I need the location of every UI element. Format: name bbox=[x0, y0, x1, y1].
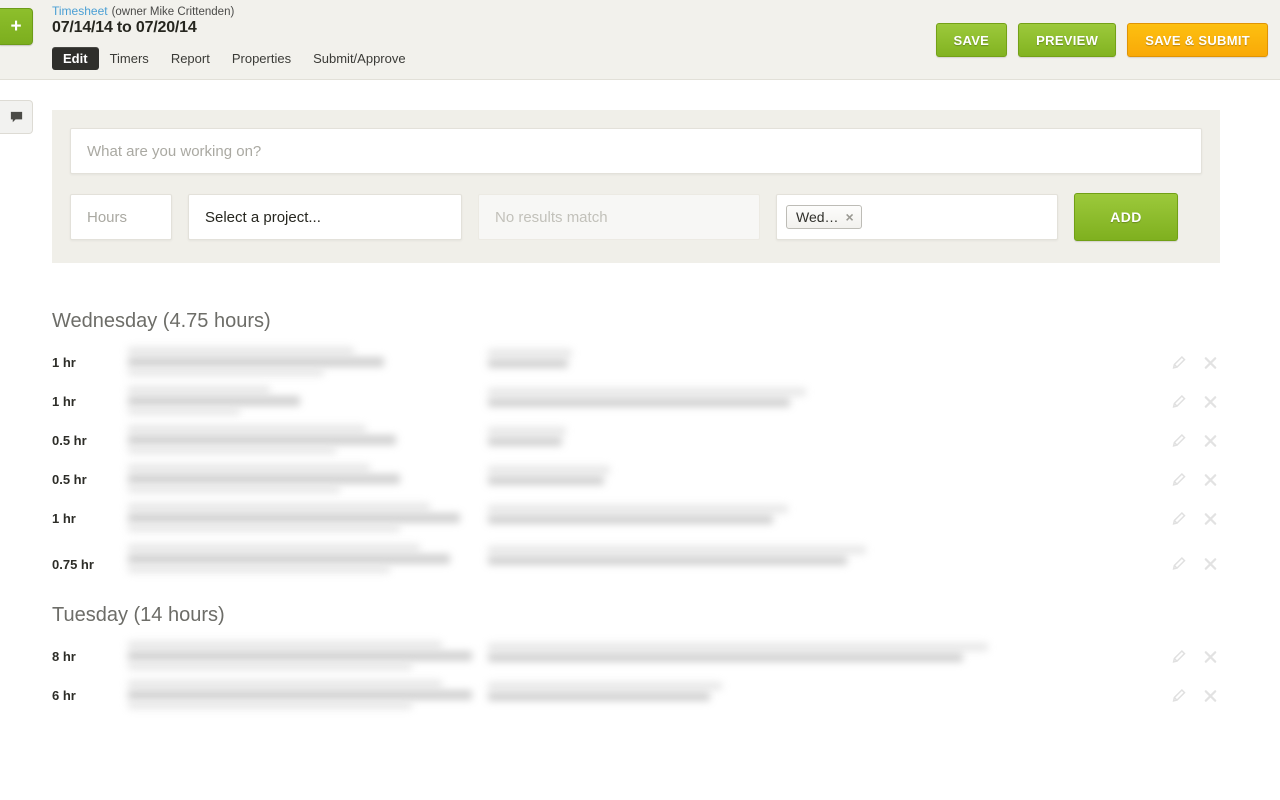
close-icon[interactable]: × bbox=[846, 210, 854, 224]
task-placeholder: No results match bbox=[495, 208, 608, 226]
add-new-button[interactable]: + bbox=[0, 8, 33, 45]
row-actions bbox=[1171, 394, 1218, 409]
comment-icon bbox=[10, 111, 22, 122]
app-header: + Timesheet (owner Mike Crittenden) 07/14… bbox=[0, 0, 1280, 80]
project-placeholder: Select a project... bbox=[205, 208, 321, 226]
entry-hours: 0.5 hr bbox=[52, 472, 87, 487]
table-row[interactable]: 6 hr bbox=[0, 676, 1280, 715]
pencil-icon[interactable] bbox=[1171, 394, 1186, 409]
entry-description-redacted bbox=[128, 676, 478, 715]
entry-project-redacted bbox=[488, 421, 566, 460]
row-actions bbox=[1171, 472, 1218, 487]
tab-report[interactable]: Report bbox=[160, 47, 221, 70]
table-row[interactable]: 1 hr bbox=[0, 343, 1280, 382]
header-actions: SAVE PREVIEW SAVE & SUBMIT bbox=[935, 23, 1268, 57]
close-icon[interactable] bbox=[1203, 688, 1218, 703]
entry-hours: 0.5 hr bbox=[52, 433, 87, 448]
entry-hours: 0.75 hr bbox=[52, 556, 94, 572]
entry-project-redacted bbox=[488, 382, 806, 421]
table-row[interactable]: 0.5 hr bbox=[0, 460, 1280, 499]
entry-hours: 1 hr bbox=[52, 511, 76, 526]
table-row[interactable]: 0.75 hr bbox=[0, 538, 1280, 590]
project-select[interactable]: Select a project... bbox=[188, 194, 462, 240]
pencil-icon[interactable] bbox=[1171, 511, 1186, 526]
pencil-icon[interactable] bbox=[1171, 355, 1186, 370]
breadcrumb-timesheet-link[interactable]: Timesheet bbox=[52, 4, 108, 18]
description-input[interactable]: What are you working on? bbox=[70, 128, 1202, 174]
description-row: What are you working on? bbox=[70, 128, 1202, 174]
pencil-icon[interactable] bbox=[1171, 556, 1186, 572]
close-icon[interactable] bbox=[1203, 433, 1218, 448]
preview-button[interactable]: PREVIEW bbox=[1018, 23, 1117, 57]
close-icon[interactable] bbox=[1203, 511, 1218, 526]
tab-submit-approve[interactable]: Submit/Approve bbox=[302, 47, 417, 70]
row-actions bbox=[1171, 556, 1218, 572]
entry-description-redacted bbox=[128, 343, 478, 382]
entry-description-redacted bbox=[128, 499, 478, 538]
close-icon[interactable] bbox=[1203, 649, 1218, 664]
date-chip-label: Wed… bbox=[796, 209, 839, 225]
close-icon[interactable] bbox=[1203, 355, 1218, 370]
entry-description-redacted bbox=[128, 637, 478, 676]
entry-description-redacted bbox=[128, 460, 478, 499]
tab-timers[interactable]: Timers bbox=[99, 47, 160, 70]
close-icon[interactable] bbox=[1203, 557, 1218, 572]
row-actions bbox=[1171, 355, 1218, 370]
close-icon[interactable] bbox=[1203, 394, 1218, 409]
entry-project-redacted bbox=[488, 343, 572, 382]
date-chip[interactable]: Wed… × bbox=[786, 205, 862, 229]
task-select[interactable]: No results match bbox=[478, 194, 760, 240]
hours-input[interactable]: Hours bbox=[70, 194, 172, 240]
table-row[interactable]: 0.5 hr bbox=[0, 421, 1280, 460]
row-actions bbox=[1171, 433, 1218, 448]
save-button[interactable]: SAVE bbox=[935, 23, 1008, 57]
entry-description-redacted bbox=[128, 538, 478, 590]
row-actions bbox=[1171, 511, 1218, 526]
page-title: 07/14/14 to 07/20/14 bbox=[52, 19, 197, 36]
pencil-icon[interactable] bbox=[1171, 649, 1186, 664]
add-entry-button[interactable]: ADD bbox=[1074, 193, 1178, 241]
tab-edit[interactable]: Edit bbox=[52, 47, 99, 70]
hours-placeholder: Hours bbox=[87, 208, 128, 226]
day-group-title: Tuesday (14 hours) bbox=[52, 604, 225, 626]
breadcrumb: Timesheet (owner Mike Crittenden) bbox=[52, 4, 234, 19]
time-entry-form: What are you working on? Hours Select a … bbox=[52, 110, 1220, 263]
table-row[interactable]: 1 hr bbox=[0, 382, 1280, 421]
row-actions bbox=[1171, 688, 1218, 703]
breadcrumb-owner: (owner Mike Crittenden) bbox=[111, 6, 235, 18]
pencil-icon[interactable] bbox=[1171, 472, 1186, 487]
close-icon[interactable] bbox=[1203, 472, 1218, 487]
date-select[interactable]: Wed… × bbox=[776, 194, 1058, 240]
day-groups: Wednesday (4.75 hours) 1 hr 1 hr 0.5 hr 0.5 … bbox=[0, 296, 1280, 715]
tab-bar: Edit Timers Report Properties Submit/App… bbox=[52, 47, 417, 70]
entry-hours: 6 hr bbox=[52, 688, 76, 703]
entry-hours: 8 hr bbox=[52, 649, 76, 664]
entry-fields-row: Hours Select a project... No results mat… bbox=[70, 193, 1202, 241]
entry-hours: 1 hr bbox=[52, 355, 76, 370]
entry-project-redacted bbox=[488, 637, 988, 676]
day-group-title: Wednesday (4.75 hours) bbox=[52, 310, 271, 332]
save-submit-button[interactable]: SAVE & SUBMIT bbox=[1127, 23, 1268, 57]
table-row[interactable]: 8 hr bbox=[0, 637, 1280, 676]
entry-description-redacted bbox=[128, 421, 478, 460]
comments-toggle[interactable] bbox=[0, 100, 33, 134]
plus-icon: + bbox=[10, 15, 22, 37]
tab-properties[interactable]: Properties bbox=[221, 47, 302, 70]
pencil-icon[interactable] bbox=[1171, 688, 1186, 703]
row-actions bbox=[1171, 649, 1218, 664]
table-row[interactable]: 1 hr bbox=[0, 499, 1280, 538]
entry-hours: 1 hr bbox=[52, 394, 76, 409]
entry-project-redacted bbox=[488, 499, 788, 538]
entry-project-redacted bbox=[488, 538, 866, 590]
entry-project-redacted bbox=[488, 460, 610, 499]
description-placeholder: What are you working on? bbox=[87, 142, 262, 160]
entry-project-redacted bbox=[488, 676, 722, 715]
entry-description-redacted bbox=[128, 382, 478, 421]
pencil-icon[interactable] bbox=[1171, 433, 1186, 448]
